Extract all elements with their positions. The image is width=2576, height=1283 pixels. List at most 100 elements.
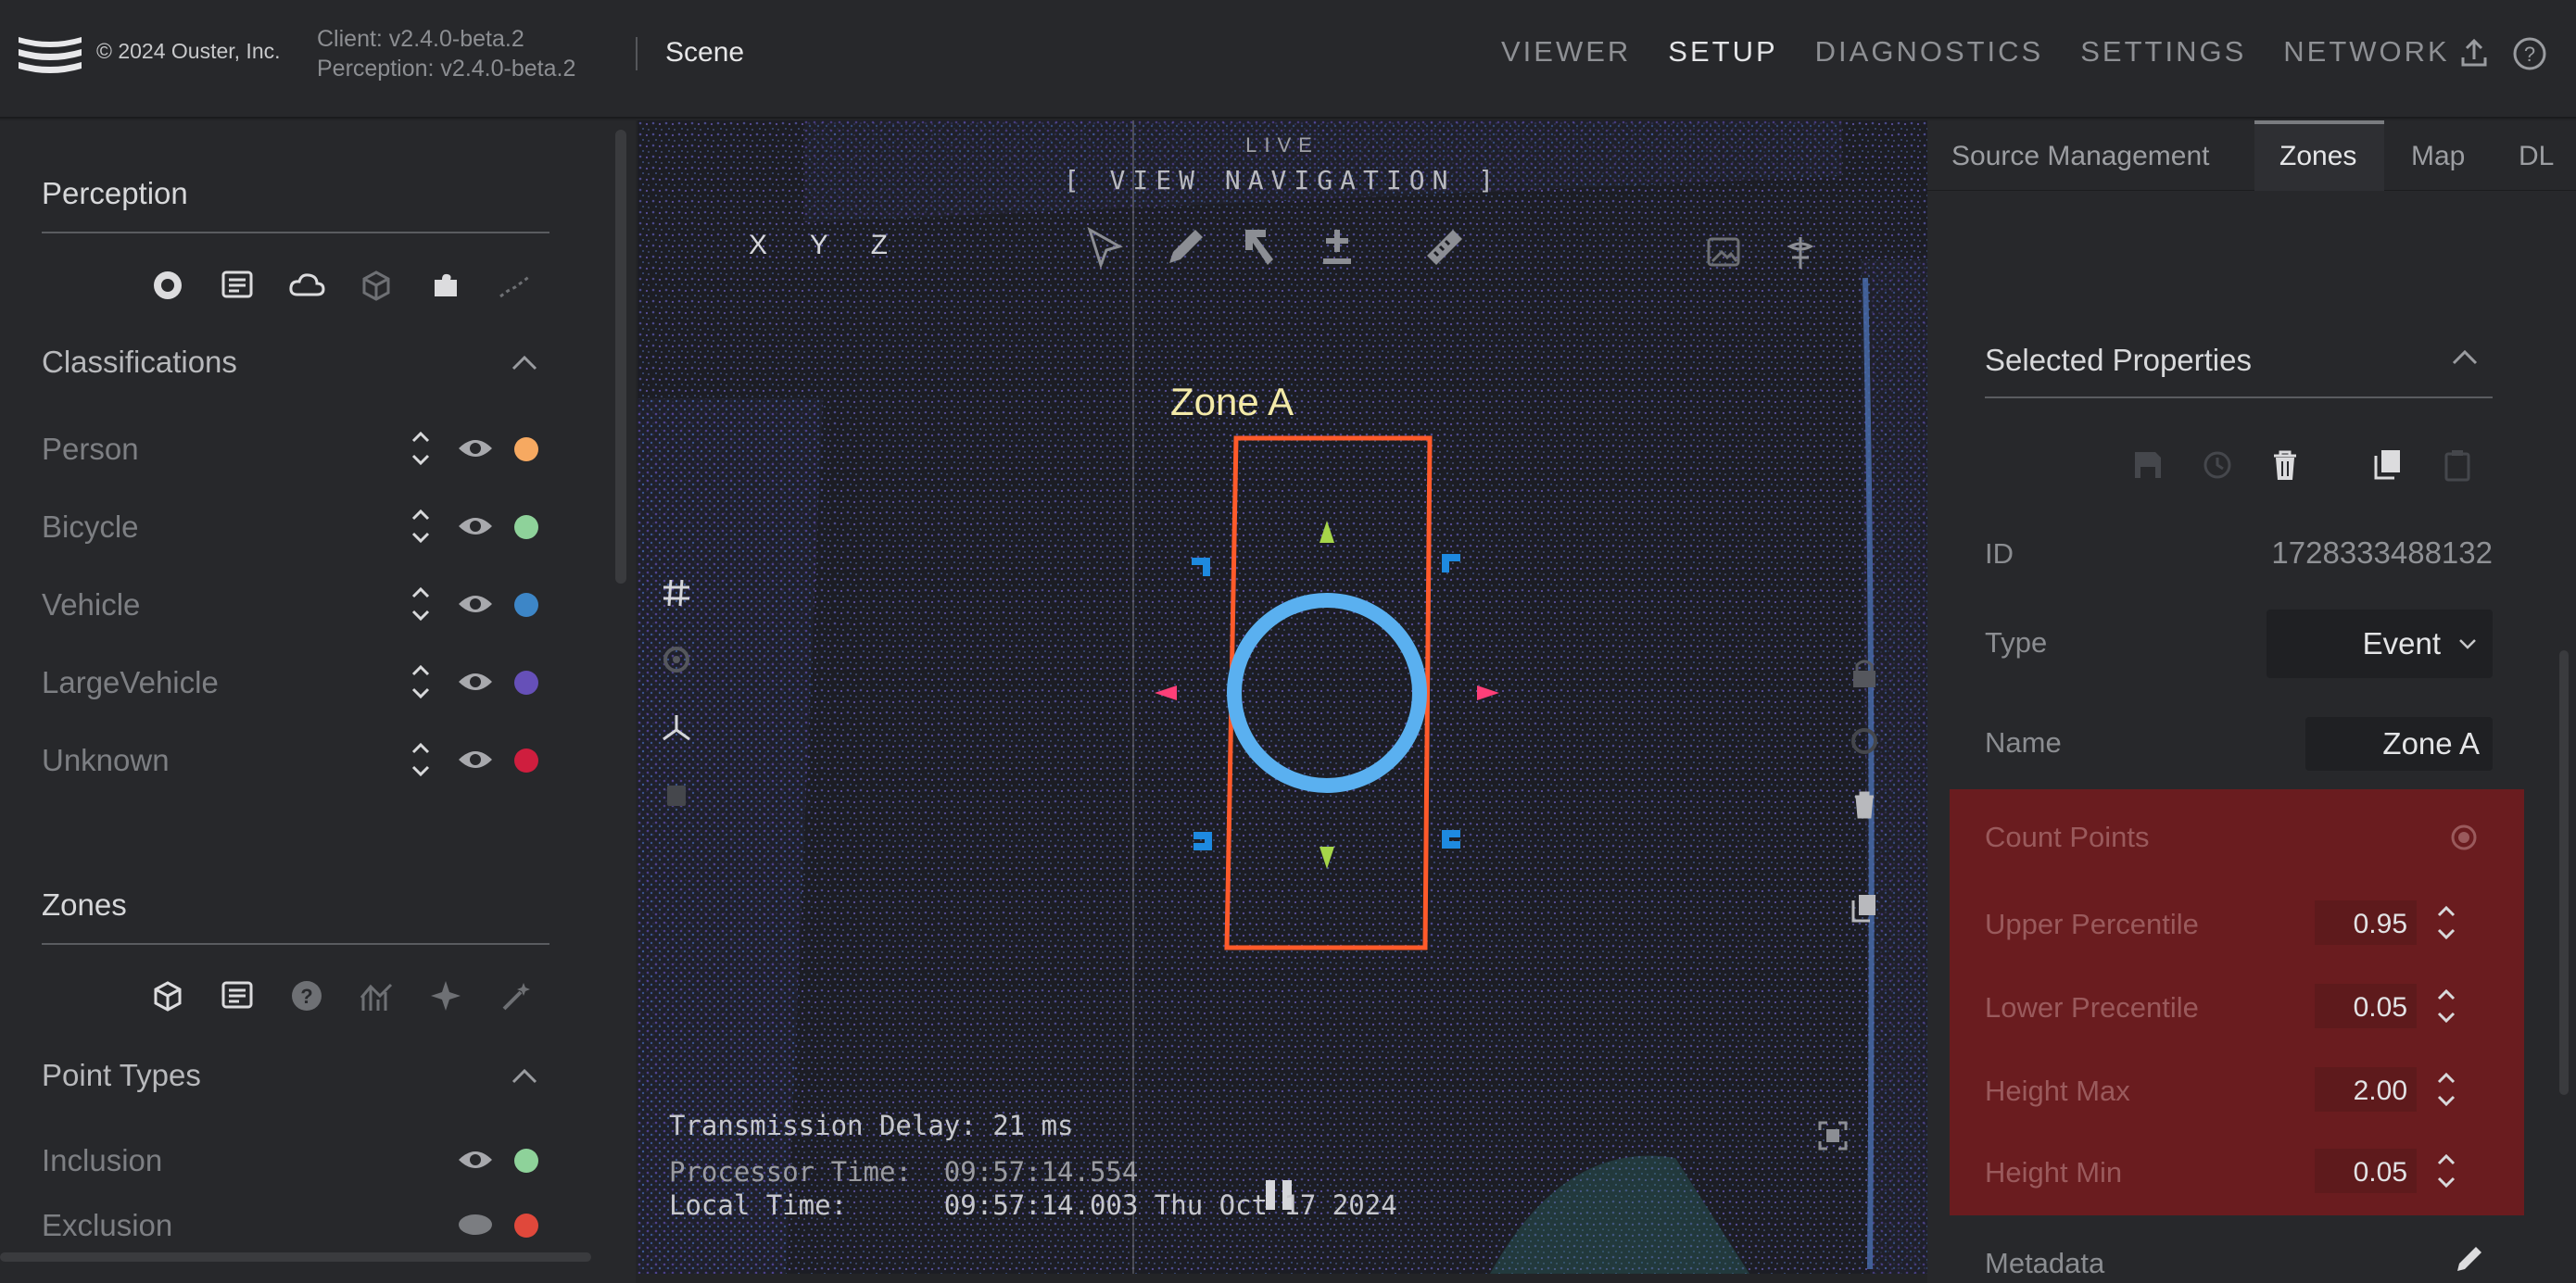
right-scrollbar[interactable] [2559, 650, 2569, 1095]
perception-version: Perception: v2.4.0-beta.2 [317, 56, 576, 82]
nav-viewer[interactable]: VIEWER [1501, 35, 1631, 69]
chevron-up-icon[interactable] [508, 1065, 541, 1088]
count-points-radio[interactable] [2450, 824, 2478, 851]
lock-icon[interactable] [1846, 656, 1883, 693]
local-time: Local Time: 09:57:14.003 Thu Oct 17 2024 [669, 1189, 1397, 1221]
class-color-dot[interactable] [514, 671, 538, 695]
copy-icon[interactable] [2368, 447, 2406, 484]
eye-icon[interactable] [457, 591, 494, 617]
sort-icon[interactable] [408, 582, 434, 626]
target-icon[interactable] [133, 267, 202, 304]
help-icon[interactable]: ? [2511, 35, 2548, 72]
eye-icon[interactable] [457, 669, 494, 695]
spinner-icon[interactable] [2433, 984, 2459, 1028]
spinner-icon[interactable] [2433, 1149, 2459, 1193]
class-color-dot[interactable] [514, 748, 538, 773]
trash-icon[interactable] [2267, 447, 2304, 484]
upload-icon[interactable] [2456, 35, 2493, 72]
height-min-input[interactable]: 0.05 [2315, 1149, 2417, 1193]
edit-icon[interactable] [2454, 1243, 2485, 1275]
axis-selector[interactable]: X Y Z [749, 230, 888, 261]
point-cloud-viewer[interactable]: LIVE [ VIEW NAVIGATION ] X Y Z Zone A Tr… [638, 120, 1927, 1274]
cube-icon[interactable] [341, 267, 410, 304]
point-cloud-canvas[interactable] [638, 120, 1927, 1274]
name-input[interactable]: Zone A [2305, 717, 2493, 771]
left-horizontal-scrollbar[interactable] [0, 1252, 591, 1262]
height-max-input[interactable]: 2.00 [2315, 1067, 2417, 1112]
chevron-up-icon[interactable] [2448, 346, 2481, 369]
sort-icon[interactable] [408, 660, 434, 704]
eye-off-icon[interactable] [457, 1212, 494, 1238]
question-icon[interactable]: ? [271, 977, 341, 1014]
left-scrollbar[interactable] [615, 130, 626, 584]
point-type-color-dot[interactable] [514, 1149, 538, 1173]
puzzle-icon[interactable] [410, 267, 480, 304]
sparkle-icon[interactable] [410, 977, 480, 1014]
type-select[interactable]: Event [2267, 610, 2493, 678]
nav-setup[interactable]: SETUP [1668, 35, 1777, 69]
class-color-dot[interactable] [514, 515, 538, 539]
grid-icon[interactable] [658, 574, 695, 611]
sort-icon[interactable] [408, 426, 434, 471]
view-navigation-label[interactable]: [ VIEW NAVIGATION ] [638, 165, 1927, 195]
tab-zones[interactable]: Zones [2279, 141, 2356, 172]
axes-icon[interactable] [658, 710, 695, 747]
lower-percentile-input[interactable]: 0.05 [2315, 984, 2417, 1028]
version-info: Client: v2.4.0-beta.2 Perception: v2.4.0… [317, 24, 575, 83]
cloud-icon[interactable] [271, 267, 341, 304]
eye-icon[interactable] [457, 435, 494, 461]
pin-icon[interactable] [1777, 230, 1824, 276]
eye-icon[interactable] [457, 747, 494, 773]
ouster-logo-icon[interactable] [17, 33, 83, 74]
trash-icon[interactable] [1846, 786, 1883, 823]
select-cursor-icon[interactable] [1082, 224, 1129, 270]
pencil-icon[interactable] [1162, 224, 1208, 270]
image-icon[interactable] [1701, 230, 1748, 276]
radar-icon[interactable] [658, 641, 695, 678]
list-icon[interactable] [202, 977, 271, 1014]
point-type-label: Inclusion [42, 1143, 163, 1177]
tab-bar: Source Management Zones Map DL [1927, 120, 2576, 191]
save-icon[interactable] [2129, 447, 2166, 484]
chevron-up-icon[interactable] [508, 352, 541, 374]
paste-icon[interactable] [2439, 447, 2476, 484]
move-point-icon[interactable] [1240, 224, 1286, 270]
main-nav: VIEWER SETUP DIAGNOSTICS SETTINGS NETWOR… [1501, 35, 2487, 69]
cube-icon[interactable] [133, 977, 202, 1014]
nav-diagnostics[interactable]: DIAGNOSTICS [1815, 35, 2044, 69]
fit-view-icon[interactable] [1814, 1117, 1851, 1154]
spinner-icon[interactable] [2433, 900, 2459, 945]
class-color-dot[interactable] [514, 437, 538, 461]
sort-icon[interactable] [408, 737, 434, 782]
list-icon[interactable] [202, 267, 271, 304]
point-type-row-exclusion: Exclusion [42, 1202, 561, 1249]
copy-icon[interactable] [1846, 889, 1883, 926]
history-icon[interactable] [2198, 447, 2235, 484]
eye-icon[interactable] [457, 513, 494, 539]
ruler-icon[interactable] [1421, 224, 1468, 270]
type-label: Type [1985, 626, 2048, 659]
tab-map[interactable]: Map [2411, 141, 2465, 172]
upper-percentile-input[interactable]: 0.95 [2315, 900, 2417, 945]
tab-source-management[interactable]: Source Management [1951, 141, 2210, 172]
class-color-dot[interactable] [514, 593, 538, 617]
client-version: Client: v2.4.0-beta.2 [317, 26, 524, 52]
zone-label: Zone A [1170, 380, 1294, 423]
tab-dl[interactable]: DL [2519, 141, 2554, 172]
spinner-icon[interactable] [2433, 1067, 2459, 1112]
class-row-largevehicle: LargeVehicle [42, 660, 561, 706]
trajectory-icon[interactable] [480, 267, 549, 304]
nav-settings[interactable]: SETTINGS [2080, 35, 2246, 69]
layer-icon[interactable] [658, 776, 695, 813]
history-icon[interactable] [1846, 723, 1883, 760]
sort-icon[interactable] [408, 504, 434, 548]
eye-icon[interactable] [457, 1147, 494, 1173]
right-panel: Source Management Zones Map DL Selected … [1927, 120, 2576, 1283]
nav-network[interactable]: NETWORK [2283, 35, 2449, 69]
active-tab-indicator [2254, 120, 2384, 124]
point-type-color-dot[interactable] [514, 1214, 538, 1238]
magic-wand-icon[interactable] [480, 977, 549, 1014]
height-max-label: Height Max [1985, 1075, 2130, 1107]
bar-chart-icon[interactable] [341, 977, 410, 1014]
add-point-icon[interactable] [1314, 224, 1360, 270]
